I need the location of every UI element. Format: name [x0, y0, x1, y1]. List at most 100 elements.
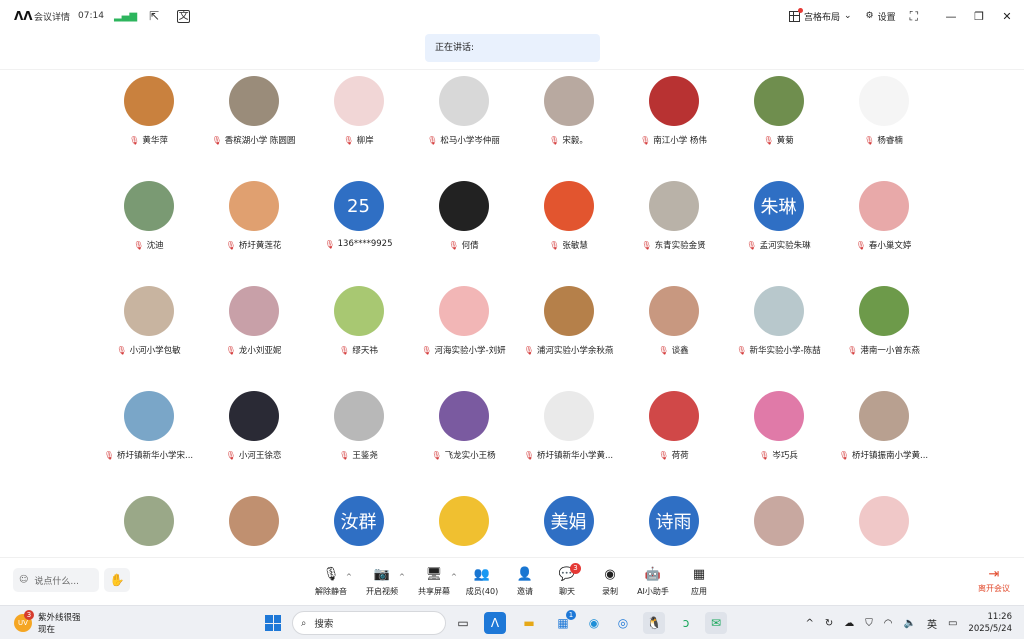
participant-name-row: 🎙 孟河实验朱琳 — [746, 239, 810, 252]
participant-name: 松马小学岑仲丽 — [440, 136, 500, 146]
participant-tile[interactable]: 🎙 东青实验金贤 — [621, 180, 726, 285]
participant-tile[interactable]: 汝群 — [306, 495, 411, 557]
participant-tile[interactable]: 🎙 香槟湖小学 陈圆圆 — [201, 75, 306, 180]
restore-button[interactable]: ❐ — [972, 10, 986, 23]
participant-tile[interactable]: 🎙 松马小学岑仲丽 — [411, 75, 516, 180]
participant-tile[interactable] — [831, 495, 936, 557]
participant-tile[interactable] — [96, 495, 201, 557]
participant-tile[interactable]: 🎙 黄华萍 — [96, 75, 201, 180]
translate-icon[interactable]: 文 — [177, 9, 191, 23]
minimize-button[interactable]: — — [944, 10, 958, 23]
participant-tile[interactable]: 🎙 新华实验小学-陈喆 — [726, 285, 831, 390]
participant-tile[interactable]: 🎙 沈迪 — [96, 180, 201, 285]
participant-tile[interactable]: 🎙 港南一小曾东燕 — [831, 285, 936, 390]
participant-tile[interactable]: 🎙 龙小刘亚妮 — [201, 285, 306, 390]
participant-avatar — [753, 496, 804, 546]
app-icon[interactable]: ◎ — [612, 612, 634, 634]
participant-tile[interactable]: 🎙 岑巧兵 — [726, 390, 831, 495]
mic-options-caret[interactable]: ^ — [346, 573, 352, 581]
participant-tile[interactable]: 🎙 桥圩镇新华小学黄... — [516, 390, 621, 495]
participant-tile[interactable]: 🎙 谈鑫 — [621, 285, 726, 390]
raise-hand-button[interactable]: ✋ — [104, 568, 130, 592]
participant-name-row: 🎙 荷荷 — [658, 449, 688, 462]
participant-tile[interactable]: 🎙 飞龙实小王杨 — [411, 390, 516, 495]
mic-muted-icon: 🎙 — [658, 450, 669, 460]
mic-muted-icon: 🎙 — [640, 135, 651, 145]
participant-tile[interactable]: 🎙 宋毅。 — [516, 75, 621, 180]
participant-tile[interactable]: 🎙 黄菊 — [726, 75, 831, 180]
volume-icon[interactable]: 🔈 — [904, 618, 916, 629]
participant-tile[interactable]: 诗雨 — [621, 495, 726, 557]
ms-store-icon[interactable]: ▦ 1 — [552, 610, 576, 634]
file-explorer-icon[interactable]: ▬ — [518, 612, 540, 634]
participant-avatar — [648, 391, 699, 441]
qq-icon[interactable]: 🐧 — [643, 612, 665, 634]
participant-tile[interactable]: 🎙 桥圩镇振南小学黄... — [831, 390, 936, 495]
participant-tile[interactable]: 🎙 小河小学包敏 — [96, 285, 201, 390]
settings-button[interactable]: ⚙ 设置 — [866, 10, 896, 23]
participant-tile[interactable]: 🎙 王鉴尧 — [306, 390, 411, 495]
weather-widget[interactable]: UV 3 紫外线很强 现在 — [14, 610, 81, 635]
participant-tile[interactable]: 🎙 柳岸 — [306, 75, 411, 180]
apps-button[interactable]: ▦ 应用 — [674, 567, 724, 597]
participant-tile[interactable] — [201, 495, 306, 557]
start-button[interactable] — [265, 615, 281, 631]
video-options-caret[interactable]: ^ — [399, 573, 405, 581]
layout-label: 宫格布局 — [803, 12, 840, 23]
participant-avatar — [858, 76, 909, 126]
share-options-caret[interactable]: ^ — [451, 573, 457, 581]
leave-meeting-button[interactable]: ⇥ 离开会议 — [978, 567, 1010, 594]
tencent-meeting-icon[interactable]: ᐱ — [484, 612, 506, 634]
camera-off-button[interactable]: 📷 开启视频 — [357, 567, 407, 597]
participant-tile[interactable] — [411, 495, 516, 557]
participant-tile[interactable]: 🎙 桥圩黄莲花 — [201, 180, 306, 285]
layout-button[interactable]: 宫格布局 ⌄ — [788, 7, 852, 23]
share-screen-button[interactable]: 🖥 共享屏幕 — [409, 567, 459, 597]
taskbar-search[interactable]: ⌕ 搜索 — [292, 611, 446, 635]
mic-off-button[interactable]: 🎙 解除静音 — [306, 567, 356, 597]
close-button[interactable]: ✕ — [1000, 10, 1014, 23]
task-view-icon[interactable]: ▭ — [452, 612, 474, 634]
participant-tile[interactable]: 🎙 浦河实验小学余秋燕 — [516, 285, 621, 390]
wifi-icon[interactable]: ◠ — [884, 618, 893, 629]
participant-tile[interactable]: 🎙 何倩 — [411, 180, 516, 285]
meeting-details-link[interactable]: 会议详情 — [34, 10, 70, 23]
emoji-icon[interactable]: ☺ — [19, 575, 28, 585]
participant-tile[interactable] — [726, 495, 831, 557]
participant-tile[interactable]: 🎙 缪天祎 — [306, 285, 411, 390]
external-window-icon[interactable]: ⇱ — [149, 9, 159, 23]
participant-tile[interactable]: 🎙 荷荷 — [621, 390, 726, 495]
ai-assistant-button[interactable]: 🤖 AI小助手 — [628, 567, 678, 597]
participant-tile[interactable]: 🎙 南江小学 杨伟 — [621, 75, 726, 180]
participant-name: 龙小刘亚妮 — [238, 346, 282, 356]
participant-tile[interactable]: 🎙 春小巢文婷 — [831, 180, 936, 285]
participant-avatar — [858, 286, 909, 336]
mic-muted-icon: 🎙 — [549, 135, 560, 145]
chevron-up-icon[interactable]: ^ — [805, 618, 813, 629]
clock[interactable]: 11:26 2025/5/24 — [968, 611, 1012, 635]
participant-tile[interactable]: 🎙 杨睿楠 — [831, 75, 936, 180]
participant-name: 缪天祎 — [352, 346, 378, 356]
mic-muted-icon: 🎙 — [523, 345, 534, 355]
fullscreen-icon[interactable]: ⛶ — [910, 9, 918, 24]
cloud-icon[interactable]: ☁ — [844, 618, 854, 629]
sync-icon[interactable]: ↻ — [825, 618, 833, 629]
battery-icon[interactable]: ▭ — [948, 618, 957, 629]
participant-tile[interactable]: 🎙 桥圩镇新华小学宋... — [96, 390, 201, 495]
participant-tile[interactable]: 美娟 — [516, 495, 621, 557]
chat-input[interactable]: ☺ 说点什么... — [13, 568, 99, 592]
ime-indicator[interactable]: 英 — [927, 616, 937, 631]
participant-name-row: 🎙 桥圩黄莲花 — [226, 239, 282, 252]
shield-icon[interactable]: ⛉ — [865, 618, 873, 629]
wechat-icon[interactable]: ✉ — [705, 612, 727, 634]
participant-tile[interactable]: 🎙 河海实验小学-刘妍 — [411, 285, 516, 390]
participant-tile[interactable]: 🎙 张敏慧 — [516, 180, 621, 285]
edge-browser-icon[interactable]: ◉ — [583, 612, 605, 634]
participant-tile[interactable]: 朱琳 🎙 孟河实验朱琳 — [726, 180, 831, 285]
participant-avatar — [123, 76, 174, 126]
participant-tile[interactable]: 🎙 小河王徐恋 — [201, 390, 306, 495]
participant-tile[interactable]: 25 🎙 136****9925 — [306, 180, 411, 285]
mic-muted-icon: 🎙 — [421, 345, 432, 355]
signal-icon[interactable]: ▂▄▆ — [114, 11, 137, 22]
browser-icon[interactable]: ↄ — [675, 612, 697, 634]
